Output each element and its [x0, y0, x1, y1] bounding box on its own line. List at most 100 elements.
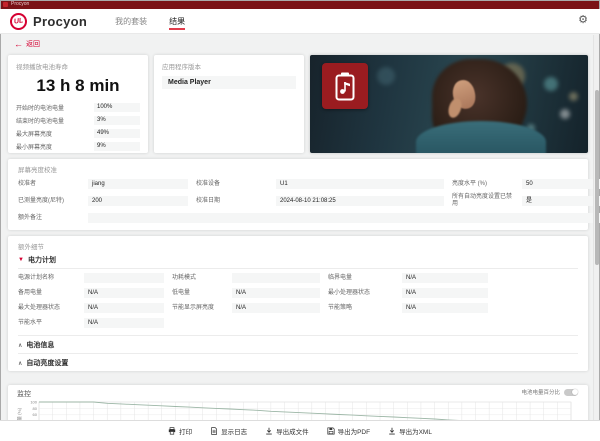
field-value[interactable]: N/A [402, 303, 488, 313]
field-value[interactable]: N/A [84, 303, 164, 313]
scrollbar-thumb[interactable] [595, 90, 599, 265]
download-icon [388, 422, 399, 440]
auto-brightness-section-header[interactable]: ∧ 自动亮度设置 [18, 354, 578, 371]
field-label: 节能显示屏亮度 [172, 304, 215, 311]
calibration-title: 屏幕亮度校准 [18, 167, 57, 174]
window-title: Procyon [11, 1, 30, 7]
footer-button-显示日志[interactable]: 显示日志 [210, 422, 247, 440]
toggle-switch[interactable] [564, 388, 578, 396]
field-label: 最大处理器状态 [18, 304, 61, 311]
footer-button-导出成文件[interactable]: 导出成文件 [265, 422, 309, 440]
main-content: ← 返回 视频播放电池寿命 13 h 8 min 开始时的电池电量 100% 结束时… [0, 34, 600, 441]
ul-logo-icon: UL [10, 12, 27, 30]
vertical-scrollbar[interactable] [593, 35, 599, 420]
field-label: 额外备注 [18, 214, 43, 221]
chevron-up-icon: ∧ [18, 342, 23, 349]
battery-duration: 13 h 8 min [36, 76, 120, 95]
field-value[interactable]: N/A [402, 273, 488, 283]
battery-benchmark-logo [322, 63, 368, 109]
field-label: 校准设备 [196, 180, 221, 187]
apps-title: 应用程序版本 [162, 64, 201, 71]
field-value[interactable]: 200 [88, 196, 188, 206]
chart-toggle-label: 电池电量百分比 [521, 390, 560, 396]
field-label: 临界电量 [328, 274, 353, 281]
field-value[interactable]: 50 [522, 179, 600, 189]
field-label: 节能水平 [18, 319, 43, 326]
tab-my-suites[interactable]: 我的套装 [115, 9, 147, 33]
summary-title: 视频播放电池寿命 [16, 64, 68, 71]
back-button[interactable]: ← 返回 [0, 34, 600, 53]
chevron-down-icon: ▼ [18, 257, 24, 263]
save-icon [327, 422, 338, 440]
battery-info-section-header[interactable]: ∧ 电池信息 [18, 336, 578, 353]
field-value[interactable]: N/A [84, 318, 164, 328]
field-label: 功耗模式 [172, 274, 197, 281]
app-version-item[interactable]: Media Player [162, 76, 296, 89]
field-label: 已测量亮度(尼特) [18, 197, 64, 204]
summary-row-label: 开始时的电池电量 [16, 106, 65, 112]
field-label: 备用电量 [18, 289, 43, 296]
document-icon [210, 422, 221, 440]
field-label: 低电量 [172, 289, 191, 296]
summary-row: 结束时的电池电量 3% [16, 116, 140, 125]
battery-info-label: 电池信息 [26, 342, 55, 349]
footer-button-label: 导出为PDF [337, 429, 371, 436]
tab-results[interactable]: 结果 [169, 9, 186, 33]
chart-toggle[interactable]: 电池电量百分比 [521, 388, 578, 396]
footer-button-label: 导出成文件 [276, 429, 309, 436]
power-plan-section-header[interactable]: ▼ 电力计划 [18, 251, 578, 268]
footer-button-label: 导出为XML [399, 429, 432, 436]
field-label: 所有自动亮度设置已禁用 [452, 194, 513, 207]
footer-button-打印[interactable]: 打印 [168, 422, 192, 440]
summary-row-label: 最小屏幕亮度 [16, 145, 53, 151]
app-header: UL Procyon 我的套装 结果 ⚙ [0, 9, 600, 34]
calibration-fields: 校准者 jiang 校准设备 U1 亮度水平 (%) 50 已测量亮度(尼特) 200 校准日期… [18, 179, 600, 223]
svg-text:80: 80 [33, 406, 38, 411]
settings-gear-icon[interactable]: ⚙ [578, 13, 588, 26]
window-titlebar: Procyon [0, 0, 600, 9]
details-title: 额外细节 [18, 244, 44, 251]
power-plan-label: 电力计划 [27, 257, 56, 264]
field-value[interactable]: U1 [276, 179, 444, 189]
download-icon [265, 422, 276, 440]
benchmark-hero-image [310, 55, 588, 153]
field-value[interactable] [232, 273, 320, 283]
field-label: 校准者 [18, 180, 37, 187]
footer-button-label: 显示日志 [221, 429, 248, 436]
footer-button-label: 打印 [179, 429, 193, 436]
back-arrow-icon: ← [14, 39, 23, 49]
battery-music-icon [335, 72, 355, 101]
field-label: 电源计划名称 [18, 274, 55, 281]
summary-row-label: 结束时的电池电量 [16, 119, 65, 125]
application-versions-card: 应用程序版本 Media Player [154, 55, 304, 153]
field-value[interactable] [88, 213, 600, 223]
app-icon [3, 2, 8, 7]
summary-rows: 开始时的电池电量 100% 结束时的电池电量 3% 最大屏幕亮度 49% 最小屏幕亮度 9% [16, 103, 140, 151]
summary-row-value: 49% [94, 129, 140, 138]
field-value[interactable]: N/A [402, 288, 488, 298]
summary-row: 开始时的电池电量 100% [16, 103, 140, 112]
field-value[interactable]: 2024-08-10 21:08:25 [276, 196, 444, 206]
footer-button-导出为PDF[interactable]: 导出为PDF [327, 422, 371, 440]
svg-text:100: 100 [30, 400, 37, 404]
additional-details-card: 额外细节 ▼ 电力计划 电源计划名称 功耗模式 临界电量 N/A 备用电量 N/A 低电量 N… [8, 236, 588, 371]
chart-title: 监控 [17, 391, 31, 398]
footer-button-导出为XML[interactable]: 导出为XML [388, 422, 432, 440]
field-value[interactable]: 是 [522, 196, 600, 206]
field-value[interactable]: N/A [84, 288, 164, 298]
field-value[interactable]: N/A [232, 288, 320, 298]
battery-life-summary-card: 视频播放电池寿命 13 h 8 min 开始时的电池电量 100% 结束时的电池电量… [8, 55, 148, 153]
field-label: 节能策略 [328, 304, 353, 311]
field-label: 亮度水平 (%) [452, 180, 487, 187]
brightness-calibration-card: 屏幕亮度校准 校准者 jiang 校准设备 U1 亮度水平 (%) 50 已测量亮度(尼特)… [8, 159, 600, 230]
field-value[interactable] [84, 273, 164, 283]
ul-logo-text: UL [13, 16, 24, 26]
field-value[interactable]: jiang [88, 179, 188, 189]
summary-row: 最大屏幕亮度 49% [16, 129, 140, 138]
field-value[interactable]: N/A [232, 303, 320, 313]
summary-row-value: 9% [94, 142, 140, 151]
chevron-up-icon: ∧ [18, 360, 23, 367]
back-label: 返回 [26, 41, 40, 48]
auto-brightness-label: 自动亮度设置 [26, 360, 69, 367]
field-label: 最小处理器状态 [328, 289, 371, 296]
